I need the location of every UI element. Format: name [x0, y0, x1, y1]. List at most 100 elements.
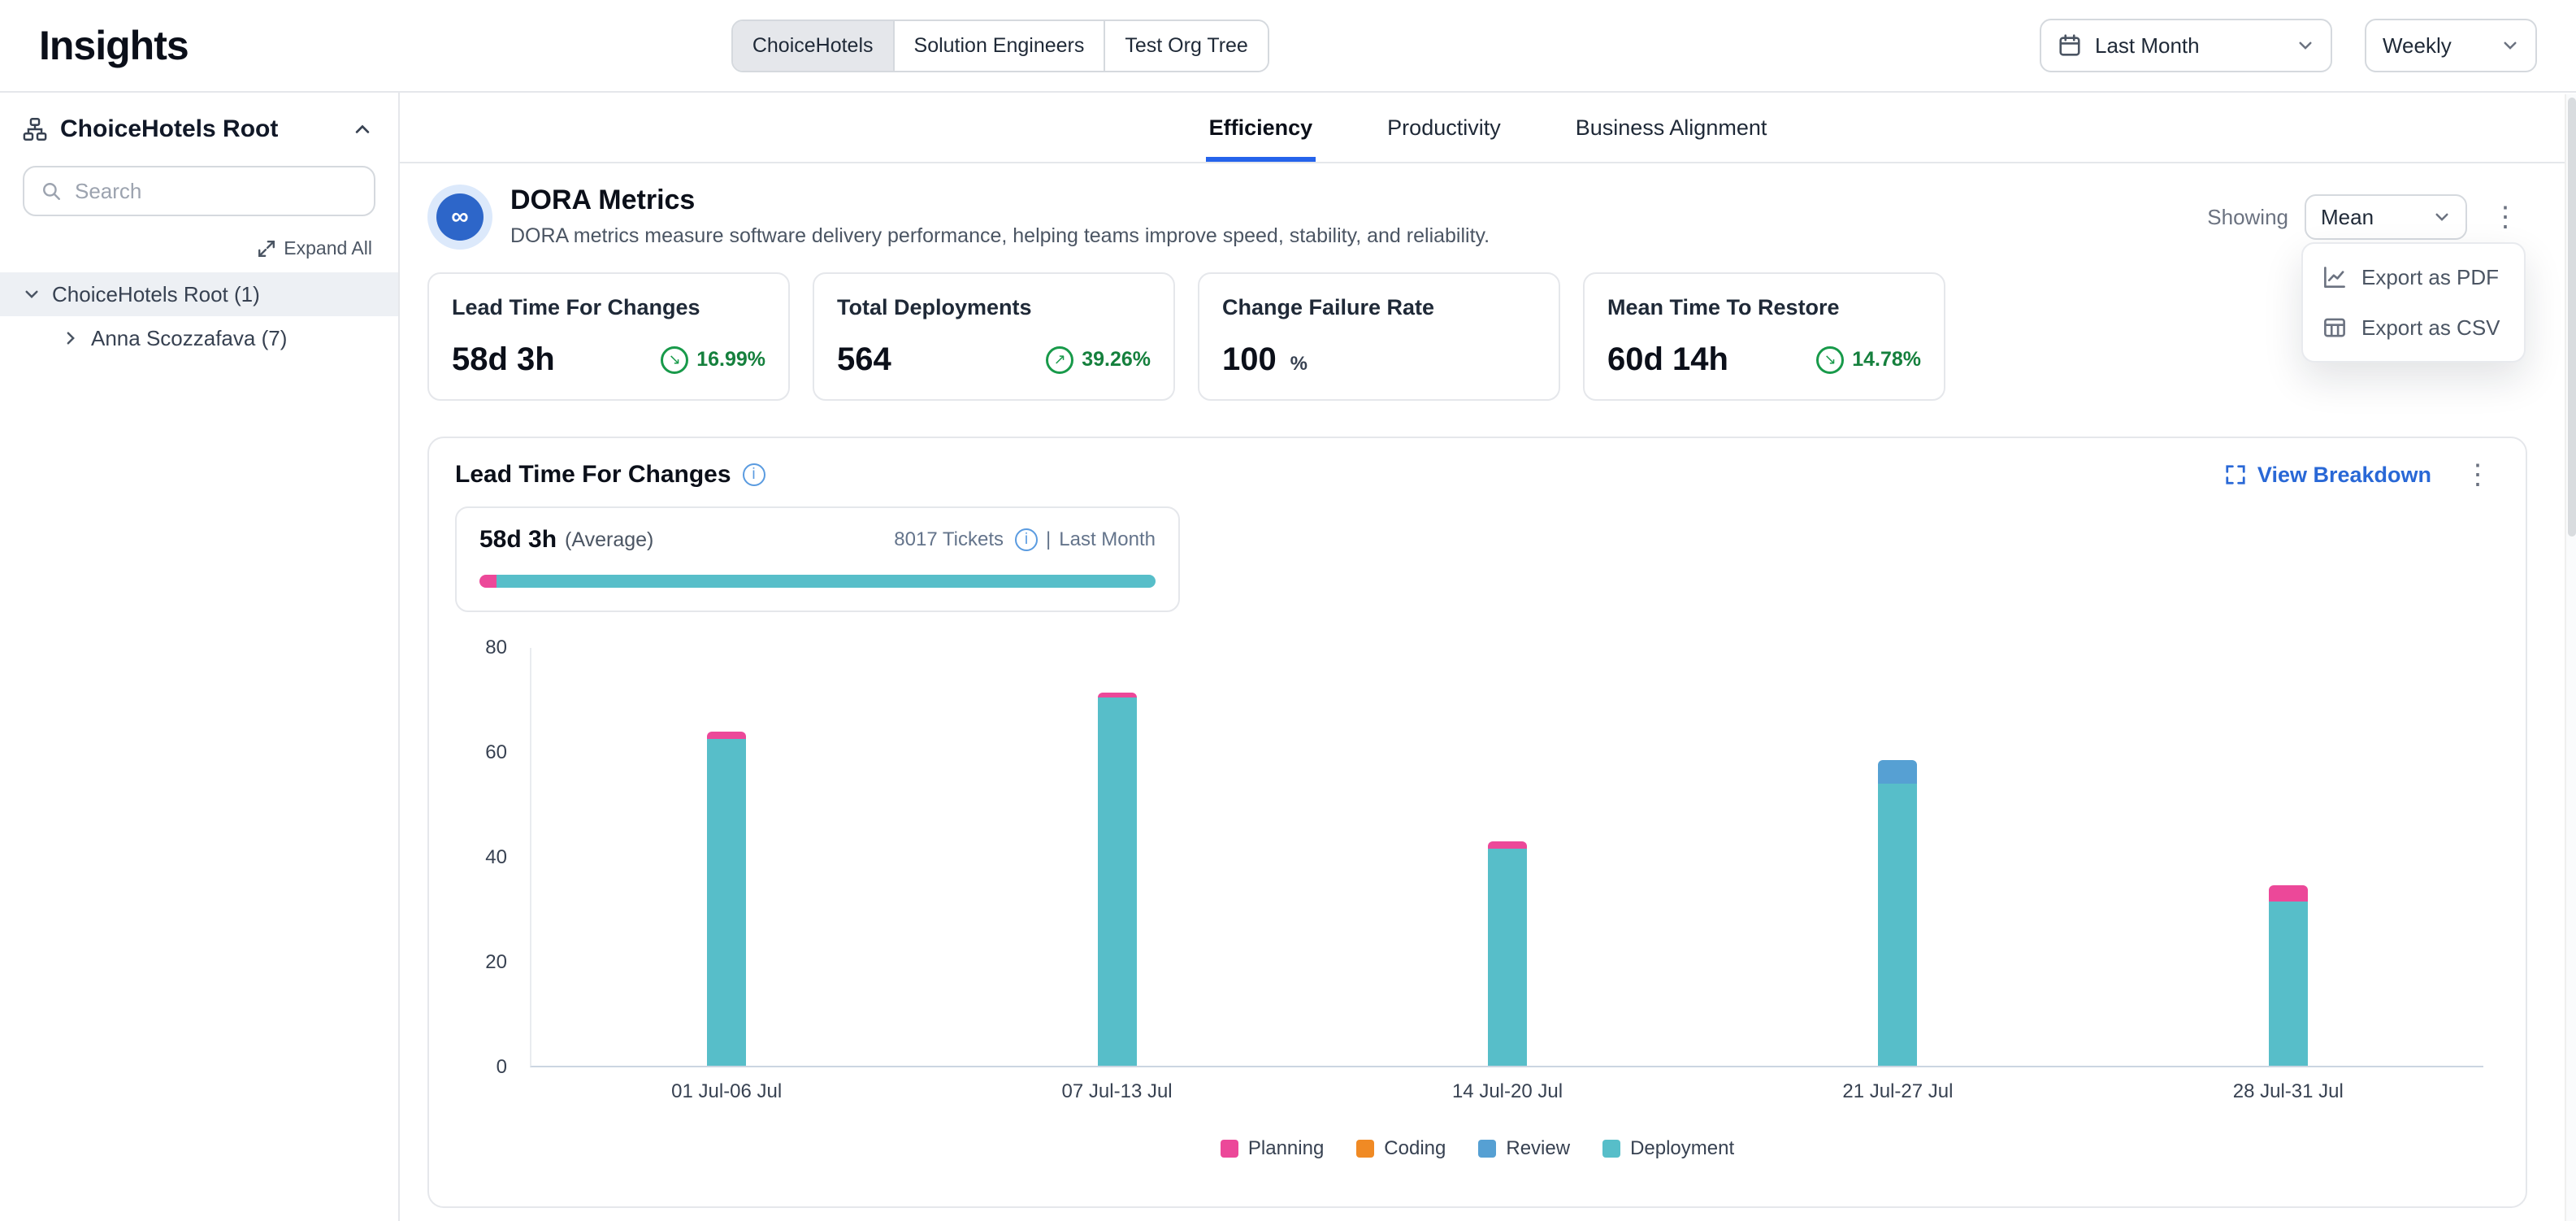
period-select[interactable]: Last Month [2040, 19, 2332, 72]
tab-efficiency[interactable]: Efficiency [1206, 93, 1316, 162]
y-tick-label: 80 [485, 637, 507, 659]
sidebar-title: ChoiceHotels Root [60, 115, 278, 143]
top-bar: Insights ChoiceHotels Solution Engineers… [0, 0, 2576, 93]
average-summary-card: 58d 3h (Average) 8017 Tickets i | Last M… [455, 506, 1180, 612]
metric-card-total-deployments[interactable]: Total Deployments 564 ↗ 39.26% [813, 272, 1175, 401]
scrollbar-thumb[interactable] [2568, 98, 2576, 537]
metric-card-mean-time-to-restore[interactable]: Mean Time To Restore 60d 14h ↘ 14.78% [1583, 272, 1945, 401]
chevron-up-icon[interactable] [353, 119, 372, 139]
average-label: (Average) [565, 528, 653, 552]
menu-item-export-pdf[interactable]: Export as PDF [2303, 252, 2524, 302]
chart-y-axis: 020406080 [455, 648, 517, 1067]
table-icon [2322, 315, 2347, 340]
chevron-down-icon [23, 285, 41, 303]
expand-arrows-icon [258, 240, 275, 258]
tickets-count: 8017 Tickets [894, 528, 1004, 551]
tree-node-anna-scozzafava[interactable]: Anna Scozzafava (7) [0, 316, 398, 360]
bar-segment-deployment [2269, 902, 2308, 1066]
search-input[interactable] [75, 179, 358, 204]
metric-card-lead-time[interactable]: Lead Time For Changes 58d 3h ↘ 16.99% [427, 272, 790, 401]
scrollbar[interactable] [2565, 94, 2576, 1221]
org-tree: ChoiceHotels Root (1) Anna Scozzafava (7… [0, 272, 398, 360]
bar-week-1[interactable] [707, 648, 746, 1066]
org-tab-choicehotels[interactable]: ChoiceHotels [733, 21, 895, 71]
legend-item-review[interactable]: Review [1478, 1137, 1570, 1160]
tree-node-choicehotels-root[interactable]: ChoiceHotels Root (1) [0, 272, 398, 316]
main-panel: Efficiency Productivity Business Alignme… [400, 93, 2576, 1221]
bar-segment-planning [1488, 841, 1527, 849]
insights-app: Insights ChoiceHotels Solution Engineers… [0, 0, 2576, 1221]
trend-up-icon: ↗ [1046, 346, 1073, 374]
bar-week-5[interactable] [2269, 648, 2308, 1066]
chart-legend: Planning Coding Review Deployment [455, 1137, 2500, 1160]
menu-item-label: Export as PDF [2361, 265, 2499, 290]
sidebar-search [23, 166, 375, 216]
period-select-value: Last Month [2095, 33, 2200, 59]
bar-segment-deployment [707, 739, 746, 1066]
search-icon [41, 180, 62, 202]
org-switcher: ChoiceHotels Solution Engineers Test Org… [731, 20, 1269, 72]
y-tick-label: 60 [485, 741, 507, 764]
expand-all-button[interactable]: Expand All [26, 237, 372, 259]
legend-swatch [1602, 1140, 1620, 1158]
bar-segment-deployment [1098, 697, 1137, 1066]
chevron-down-icon [2501, 37, 2519, 54]
dora-title: DORA Metrics [510, 185, 1490, 216]
trend-down-icon: ↘ [1816, 346, 1844, 374]
metric-card-title: Mean Time To Restore [1607, 295, 1921, 320]
legend-item-deployment[interactable]: Deployment [1602, 1137, 1734, 1160]
view-breakdown-button[interactable]: View Breakdown [2225, 463, 2431, 488]
distribution-segment-deployment [497, 575, 1156, 588]
tab-productivity[interactable]: Productivity [1384, 93, 1504, 162]
distribution-segment-planning [479, 575, 497, 588]
dora-header: ∞ DORA Metrics DORA metrics measure soft… [400, 163, 2576, 250]
metric-card-value: 58d 3h [452, 341, 555, 378]
legend-label: Review [1506, 1137, 1570, 1160]
dora-text: DORA Metrics DORA metrics measure softwa… [510, 185, 1490, 248]
legend-swatch [1356, 1140, 1374, 1158]
chevron-down-icon [2433, 208, 2451, 226]
average-value: 58d 3h [479, 526, 557, 554]
menu-item-export-csv[interactable]: Export as CSV [2303, 302, 2524, 353]
dora-icon: ∞ [427, 185, 492, 250]
chevron-right-icon [62, 329, 80, 347]
info-icon[interactable]: i [743, 463, 765, 486]
bar-week-2[interactable] [1098, 648, 1137, 1066]
expand-all-label: Expand All [284, 237, 372, 259]
legend-swatch [1221, 1140, 1238, 1158]
legend-swatch [1478, 1140, 1496, 1158]
legend-label: Deployment [1630, 1137, 1734, 1160]
main-tabs: Efficiency Productivity Business Alignme… [400, 93, 2576, 163]
granularity-select[interactable]: Weekly [2365, 19, 2537, 72]
trend-value: 14.78% [1852, 348, 1921, 372]
metric-card-value: 60d 14h [1607, 341, 1728, 378]
x-tick-label: 28 Jul-31 Jul [2233, 1080, 2344, 1103]
aggregation-select[interactable]: Mean [2305, 194, 2467, 240]
bar-week-4[interactable] [1878, 648, 1917, 1066]
org-tab-solution-engineers[interactable]: Solution Engineers [895, 21, 1106, 71]
lead-time-chart-card: Lead Time For Changes i View Breakdown ⋮ [427, 437, 2527, 1208]
period-label: Last Month [1059, 528, 1156, 551]
menu-item-label: Export as CSV [2361, 315, 2500, 341]
org-tab-test-org-tree[interactable]: Test Org Tree [1105, 21, 1267, 71]
bar-segment-review [1878, 760, 1917, 784]
tree-node-label: Anna Scozzafava (7) [91, 326, 287, 351]
dora-kebab-menu-icon[interactable]: ⋮ [2483, 203, 2527, 231]
metric-card-change-failure-rate[interactable]: Change Failure Rate 100 % [1198, 272, 1560, 401]
legend-item-coding[interactable]: Coding [1356, 1137, 1446, 1160]
chart-kebab-menu-icon[interactable]: ⋮ [2456, 461, 2500, 489]
y-tick-label: 0 [497, 1056, 507, 1079]
devops-loop-icon: ∞ [436, 193, 484, 241]
info-icon[interactable]: i [1015, 528, 1038, 551]
tab-business-alignment[interactable]: Business Alignment [1572, 93, 1771, 162]
trend-badge: ↘ 14.78% [1816, 346, 1921, 374]
org-tree-icon [23, 117, 47, 141]
sidebar-header: ChoiceHotels Root [0, 109, 398, 159]
chart-line-icon [2322, 265, 2347, 289]
granularity-select-value: Weekly [2383, 33, 2452, 59]
bar-week-3[interactable] [1488, 648, 1527, 1066]
top-controls: Last Month Weekly [2040, 19, 2537, 72]
legend-item-planning[interactable]: Planning [1221, 1137, 1324, 1160]
trend-value: 39.26% [1082, 348, 1151, 372]
metric-card-unit: % [1290, 353, 1308, 375]
